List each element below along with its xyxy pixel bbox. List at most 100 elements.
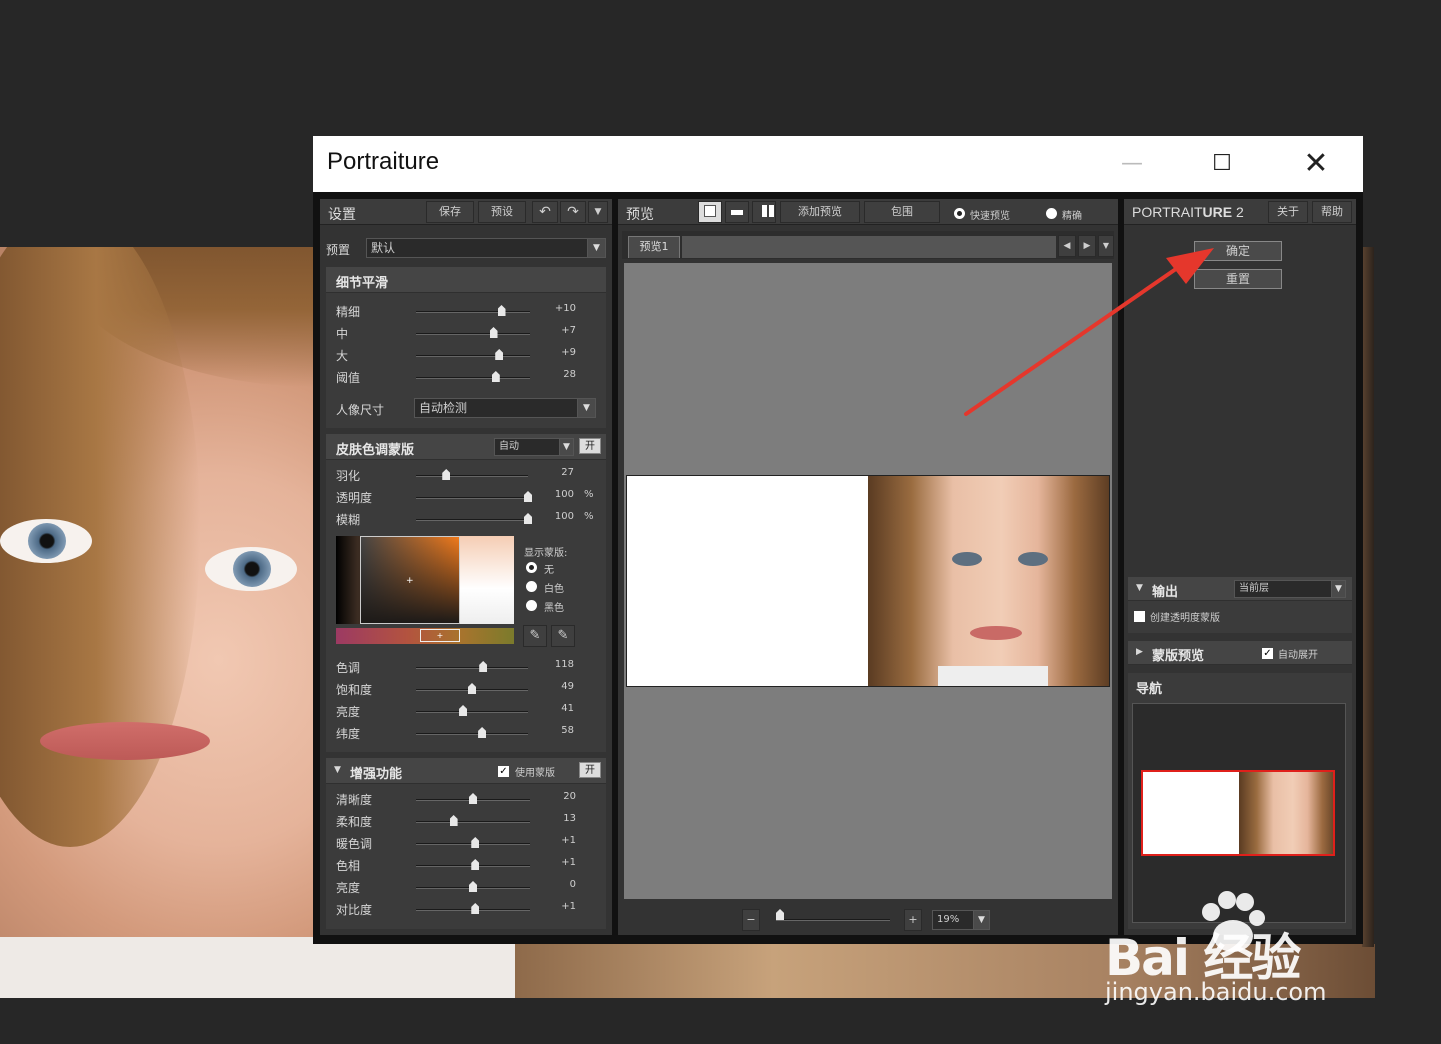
slider-thumb[interactable] bbox=[469, 793, 477, 804]
chevron-down-icon: ▼ bbox=[1331, 581, 1345, 597]
slider-track[interactable] bbox=[416, 497, 528, 499]
slider-row: 亮度 41 bbox=[326, 700, 606, 722]
color-picker[interactable]: + bbox=[336, 536, 514, 624]
slider-row: 色调 118 bbox=[326, 656, 606, 678]
slider-thumb[interactable] bbox=[524, 513, 532, 524]
about-button[interactable]: 关于 bbox=[1268, 201, 1308, 223]
add-preview-button[interactable]: 添加预览 bbox=[780, 201, 860, 223]
slider-thumb[interactable] bbox=[442, 469, 451, 480]
split-vertical-icon[interactable] bbox=[752, 201, 776, 223]
slider-value: 20 bbox=[563, 791, 576, 802]
slider-track[interactable] bbox=[416, 711, 528, 713]
undo-icon[interactable]: ↶ bbox=[532, 201, 558, 223]
slider-thumb[interactable] bbox=[469, 881, 477, 892]
tab-preview1[interactable]: 预览1 bbox=[628, 236, 680, 258]
preview-original-half bbox=[627, 476, 868, 686]
close-button[interactable]: ✕ bbox=[1293, 144, 1339, 184]
chevron-right-icon[interactable]: ▶ bbox=[1136, 647, 1143, 657]
slider-thumb[interactable] bbox=[497, 305, 506, 316]
output-select[interactable]: 当前层 ▼ bbox=[1234, 580, 1346, 598]
chevron-down-icon[interactable]: ▼ bbox=[1136, 583, 1143, 593]
slider-label: 大 bbox=[336, 349, 349, 363]
slider-thumb[interactable] bbox=[479, 661, 488, 672]
slider-value: 49 bbox=[561, 681, 574, 692]
slider-thumb[interactable] bbox=[459, 705, 468, 716]
eye-shape bbox=[1018, 552, 1048, 566]
arrow-shaft bbox=[964, 260, 1188, 416]
section-title: 输出 bbox=[1152, 585, 1179, 600]
create-mask-checkbox[interactable] bbox=[1134, 611, 1145, 622]
slider-thumb[interactable] bbox=[471, 837, 480, 848]
slider-row: 对比度 +1 bbox=[326, 898, 606, 920]
preset-button[interactable]: 预设 bbox=[478, 201, 526, 223]
slider-value: +1 bbox=[561, 901, 576, 912]
maximize-button[interactable]: ☐ bbox=[1199, 144, 1245, 184]
eyedropper-icon[interactable]: ✎ bbox=[523, 625, 547, 647]
use-mask-label: 使用蒙版 bbox=[515, 768, 555, 779]
save-button[interactable]: 保存 bbox=[426, 201, 474, 223]
slider-value: 27 bbox=[561, 467, 574, 478]
eyedropper-add-icon[interactable]: ✎ bbox=[551, 625, 575, 647]
precise-label: 精确 bbox=[1062, 211, 1082, 222]
mask-none-radio[interactable] bbox=[526, 562, 537, 573]
mask-white-radio[interactable] bbox=[526, 581, 537, 592]
slider-track[interactable] bbox=[416, 821, 530, 823]
zoom-slider-thumb[interactable] bbox=[776, 909, 784, 920]
slider-row: 亮度 0 bbox=[326, 876, 606, 898]
section-header: 导航 bbox=[1128, 673, 1352, 699]
split-horizontal-icon[interactable] bbox=[725, 201, 749, 223]
slider-track[interactable] bbox=[416, 475, 528, 477]
slider-track[interactable] bbox=[416, 667, 528, 669]
slider-label: 模糊 bbox=[336, 513, 361, 527]
section-title: 蒙版预览 bbox=[1152, 649, 1205, 664]
slider-track[interactable] bbox=[416, 519, 528, 521]
skin-tone-mask-section: 皮肤色调蒙版 自动 ▼ 开 羽化 27 透明度 100% 模糊 100% + + 显示蒙版… bbox=[326, 434, 606, 752]
hue-range-handle[interactable]: + bbox=[420, 629, 460, 642]
skin-on-button[interactable]: 开 bbox=[579, 438, 601, 454]
slider-thumb[interactable] bbox=[524, 491, 532, 502]
slider-thumb[interactable] bbox=[478, 727, 487, 738]
slider-track[interactable] bbox=[416, 355, 530, 357]
slider-thumb[interactable] bbox=[471, 903, 480, 914]
quick-preview-radio[interactable] bbox=[954, 208, 965, 219]
single-view-icon[interactable] bbox=[698, 201, 722, 223]
minimize-button[interactable]: — bbox=[1109, 144, 1155, 184]
wrap-button[interactable]: 包围 bbox=[864, 201, 940, 223]
slider-thumb[interactable] bbox=[468, 683, 476, 694]
baidu-watermark: Bai 经验 jingyan.baidu.com bbox=[1105, 890, 1425, 1020]
hue-range-bar[interactable]: + bbox=[336, 628, 514, 644]
slider-value: +1 bbox=[561, 857, 576, 868]
precise-radio[interactable] bbox=[1046, 208, 1057, 219]
lips-shape bbox=[40, 722, 210, 760]
use-mask-checkbox[interactable]: ✓ bbox=[498, 766, 509, 777]
zoom-in-button[interactable]: + bbox=[904, 909, 922, 931]
slider-track[interactable] bbox=[416, 311, 530, 313]
background-photo-edge bbox=[1362, 247, 1374, 947]
slider-track[interactable] bbox=[416, 377, 530, 379]
slider-thumb[interactable] bbox=[495, 349, 504, 360]
redo-icon[interactable]: ↷ bbox=[560, 201, 586, 223]
portrait-size-select[interactable]: 自动检测 ▼ bbox=[414, 398, 596, 418]
slider-track[interactable] bbox=[416, 733, 528, 735]
slider-row: 柔和度 13 bbox=[326, 810, 606, 832]
auto-expand-checkbox[interactable]: ✓ bbox=[1262, 648, 1273, 659]
enhance-on-button[interactable]: 开 bbox=[579, 762, 601, 778]
chevron-down-icon[interactable]: ▼ bbox=[334, 765, 341, 775]
navigator-viewport[interactable] bbox=[1141, 770, 1335, 856]
slider-track[interactable] bbox=[416, 333, 530, 335]
help-button[interactable]: 帮助 bbox=[1312, 201, 1352, 223]
slider-thumb[interactable] bbox=[491, 371, 500, 382]
settings-title: 设置 bbox=[328, 207, 356, 223]
preset-select[interactable]: 默认 ▼ bbox=[366, 238, 606, 258]
zoom-select[interactable]: 19% ▼ bbox=[932, 910, 990, 930]
chevron-down-icon[interactable]: ▼ bbox=[588, 201, 608, 223]
skin-mode-select[interactable]: 自动 ▼ bbox=[494, 438, 574, 456]
mask-black-radio[interactable] bbox=[526, 600, 537, 611]
slider-thumb[interactable] bbox=[449, 815, 458, 826]
slider-value: 13 bbox=[563, 813, 576, 824]
slider-row: 精细 +10 bbox=[326, 300, 606, 322]
slider-thumb[interactable] bbox=[471, 859, 480, 870]
shirt-shape bbox=[938, 666, 1048, 686]
slider-thumb[interactable] bbox=[489, 327, 498, 338]
skin-mode-value: 自动 bbox=[499, 441, 519, 452]
